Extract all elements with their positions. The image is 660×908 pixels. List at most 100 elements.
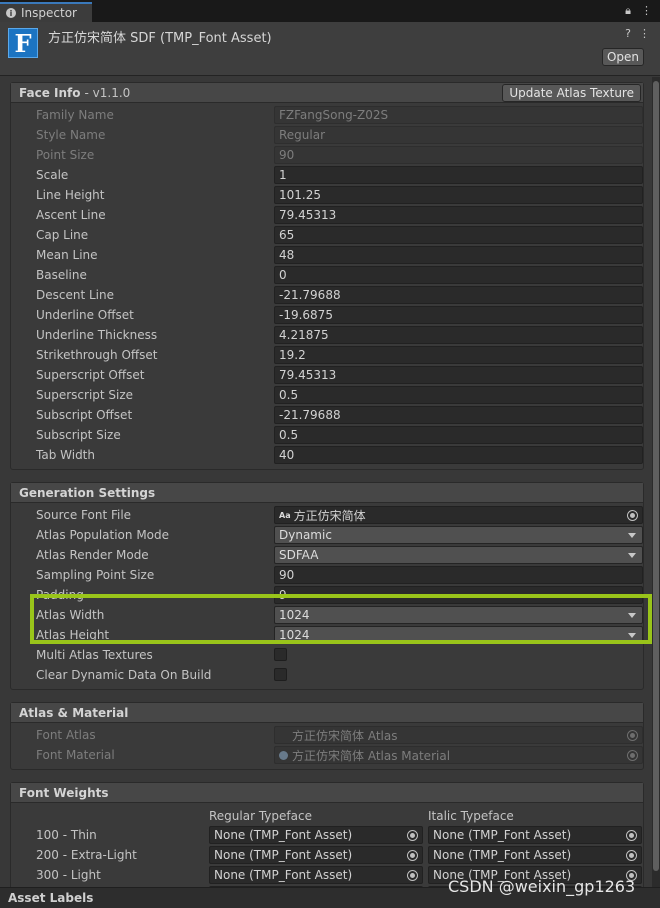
- field-label: Font Atlas: [36, 728, 96, 742]
- help-icon[interactable]: ?: [625, 27, 631, 40]
- font-asset-icon: F: [8, 28, 38, 58]
- object-field-font-atlas: 方正仿宋简体 Atlas: [274, 726, 643, 744]
- dropdown-atlas-height[interactable]: 1024: [274, 626, 643, 644]
- field-row-ascent-line: Ascent Line 79.45313: [11, 205, 643, 225]
- field-row-descent-line: Descent Line -21.79688: [11, 285, 643, 305]
- field-input-line-height[interactable]: 101.25: [274, 186, 643, 204]
- field-row-clear-dynamic-data-on-build: Clear Dynamic Data On Build: [11, 665, 643, 685]
- object-picker-icon[interactable]: [407, 850, 418, 861]
- field-label: Subscript Size: [36, 428, 121, 442]
- update-atlas-texture-button[interactable]: Update Atlas Texture: [502, 84, 641, 102]
- field-input-family-name: FZFangSong-Z02S: [274, 106, 643, 124]
- field-row-font-material: Font Material 方正仿宋简体 Atlas Material: [11, 745, 643, 765]
- field-label: Style Name: [36, 128, 106, 142]
- font-weights-header[interactable]: Font Weights: [11, 783, 643, 803]
- field-label: Point Size: [36, 148, 95, 162]
- field-row-superscript-offset: Superscript Offset 79.45313: [11, 365, 643, 385]
- chevron-down-icon: [628, 533, 636, 538]
- dropdown-atlas-width[interactable]: 1024: [274, 606, 643, 624]
- field-row-underline-thickness: Underline Thickness 4.21875: [11, 325, 643, 345]
- chevron-down-icon: [628, 553, 636, 558]
- lock-icon[interactable]: 🔒︎: [625, 4, 631, 18]
- field-label: Underline Thickness: [36, 328, 158, 342]
- field-input-underline-thickness[interactable]: 4.21875: [274, 326, 643, 344]
- field-row-subscript-size: Subscript Size 0.5: [11, 425, 643, 445]
- field-row-baseline: Baseline 0: [11, 265, 643, 285]
- field-row-style-name: Style Name Regular: [11, 125, 643, 145]
- object-picker-icon[interactable]: [626, 830, 637, 841]
- field-input-subscript-size[interactable]: 0.5: [274, 426, 643, 444]
- field-row-atlas-width: Atlas Width 1024: [11, 605, 643, 625]
- regular-typeface-field[interactable]: None (TMP_Font Asset): [209, 866, 423, 884]
- tab-controls: 🔒︎ ⋮: [625, 4, 652, 18]
- field-row-strikethrough-offset: Strikethrough Offset 19.2: [11, 345, 643, 365]
- atlas-material-header[interactable]: Atlas & Material: [11, 703, 643, 723]
- version-label: - v1.1.0: [84, 85, 131, 100]
- field-row-family-name: Family Name FZFangSong-Z02S: [11, 105, 643, 125]
- face-info-header[interactable]: Face Info - v1.1.0 Update Atlas Texture: [11, 83, 643, 103]
- field-row-tab-width: Tab Width 40: [11, 445, 643, 465]
- field-input-strikethrough-offset[interactable]: 19.2: [274, 346, 643, 364]
- field-input-cap-line[interactable]: 65: [274, 226, 643, 244]
- more-menu-icon[interactable]: ⋮: [641, 4, 652, 18]
- dropdown-atlas-render-mode[interactable]: SDFAA: [274, 546, 643, 564]
- object-picker-icon[interactable]: [627, 510, 638, 521]
- field-label: Multi Atlas Textures: [36, 648, 153, 662]
- italic-typeface-field[interactable]: None (TMP_Font Asset): [428, 846, 642, 864]
- object-picker-icon[interactable]: [407, 870, 418, 881]
- chevron-down-icon: [628, 633, 636, 638]
- field-label: Baseline: [36, 268, 87, 282]
- checkbox-clear-dynamic-data-on-build[interactable]: [274, 668, 287, 681]
- asset-title: 方正仿宋简体 SDF (TMP_Font Asset): [48, 31, 272, 46]
- field-row-mean-line: Mean Line 48: [11, 245, 643, 265]
- field-input-superscript-offset[interactable]: 79.45313: [274, 366, 643, 384]
- field-row-point-size: Point Size 90: [11, 145, 643, 165]
- typeface-value: None (TMP_Font Asset): [214, 848, 353, 862]
- object-picker-icon[interactable]: [626, 850, 637, 861]
- field-label: Source Font File: [36, 508, 132, 522]
- inspector-content[interactable]: Face Info - v1.1.0 Update Atlas Texture …: [0, 77, 652, 887]
- field-input-superscript-size[interactable]: 0.5: [274, 386, 643, 404]
- field-input-baseline[interactable]: 0: [274, 266, 643, 284]
- field-label: Underline Offset: [36, 308, 134, 322]
- regular-typeface-field[interactable]: None (TMP_Font Asset): [209, 846, 423, 864]
- field-row-multi-atlas-textures: Multi Atlas Textures: [11, 645, 643, 665]
- header-icons: ? ⋮: [625, 27, 650, 40]
- field-input-descent-line[interactable]: -21.79688: [274, 286, 643, 304]
- settings-menu-icon[interactable]: ⋮: [639, 27, 650, 40]
- dropdown-value: 1024: [279, 628, 310, 642]
- field-row-superscript-size: Superscript Size 0.5: [11, 385, 643, 405]
- object-field-value: 方正仿宋简体: [293, 508, 366, 523]
- material-icon: [279, 750, 288, 760]
- field-input-sampling-point-size[interactable]: 90: [274, 566, 643, 584]
- scrollbar-thumb[interactable]: [653, 81, 659, 871]
- object-field-source-font-file[interactable]: Aa 方正仿宋简体: [274, 506, 643, 524]
- dropdown-atlas-population-mode[interactable]: Dynamic: [274, 526, 643, 544]
- section-title: Atlas & Material: [19, 705, 129, 720]
- field-input-tab-width[interactable]: 40: [274, 446, 643, 464]
- field-input-padding[interactable]: 9: [274, 586, 643, 604]
- field-label: Atlas Population Mode: [36, 528, 170, 542]
- tab-label: Inspector: [21, 6, 77, 20]
- regular-typeface-field[interactable]: None (TMP_Font Asset): [209, 826, 423, 844]
- field-label: Atlas Width: [36, 608, 105, 622]
- field-label: Superscript Offset: [36, 368, 145, 382]
- field-input-mean-line[interactable]: 48: [274, 246, 643, 264]
- section-title: Font Weights: [19, 785, 109, 800]
- checkbox-multi-atlas-textures[interactable]: [274, 648, 287, 661]
- italic-typeface-field[interactable]: None (TMP_Font Asset): [428, 826, 642, 844]
- open-button[interactable]: Open: [602, 48, 644, 66]
- field-input-ascent-line[interactable]: 79.45313: [274, 206, 643, 224]
- vertical-scrollbar[interactable]: [652, 77, 660, 887]
- generation-settings-header[interactable]: Generation Settings: [11, 483, 643, 503]
- atlas-material-section: Atlas & Material Font Atlas 方正仿宋简体 Atlas F…: [10, 702, 644, 770]
- section-title: Face Info: [19, 85, 81, 100]
- field-row-underline-offset: Underline Offset -19.6875: [11, 305, 643, 325]
- typeface-value: None (TMP_Font Asset): [214, 868, 353, 882]
- field-input-underline-offset[interactable]: -19.6875: [274, 306, 643, 324]
- field-input-scale[interactable]: 1: [274, 166, 643, 184]
- object-field-font-material: 方正仿宋简体 Atlas Material: [274, 746, 643, 764]
- field-input-subscript-offset[interactable]: -21.79688: [274, 406, 643, 424]
- tab-inspector[interactable]: i Inspector: [0, 2, 92, 22]
- object-picker-icon[interactable]: [407, 830, 418, 841]
